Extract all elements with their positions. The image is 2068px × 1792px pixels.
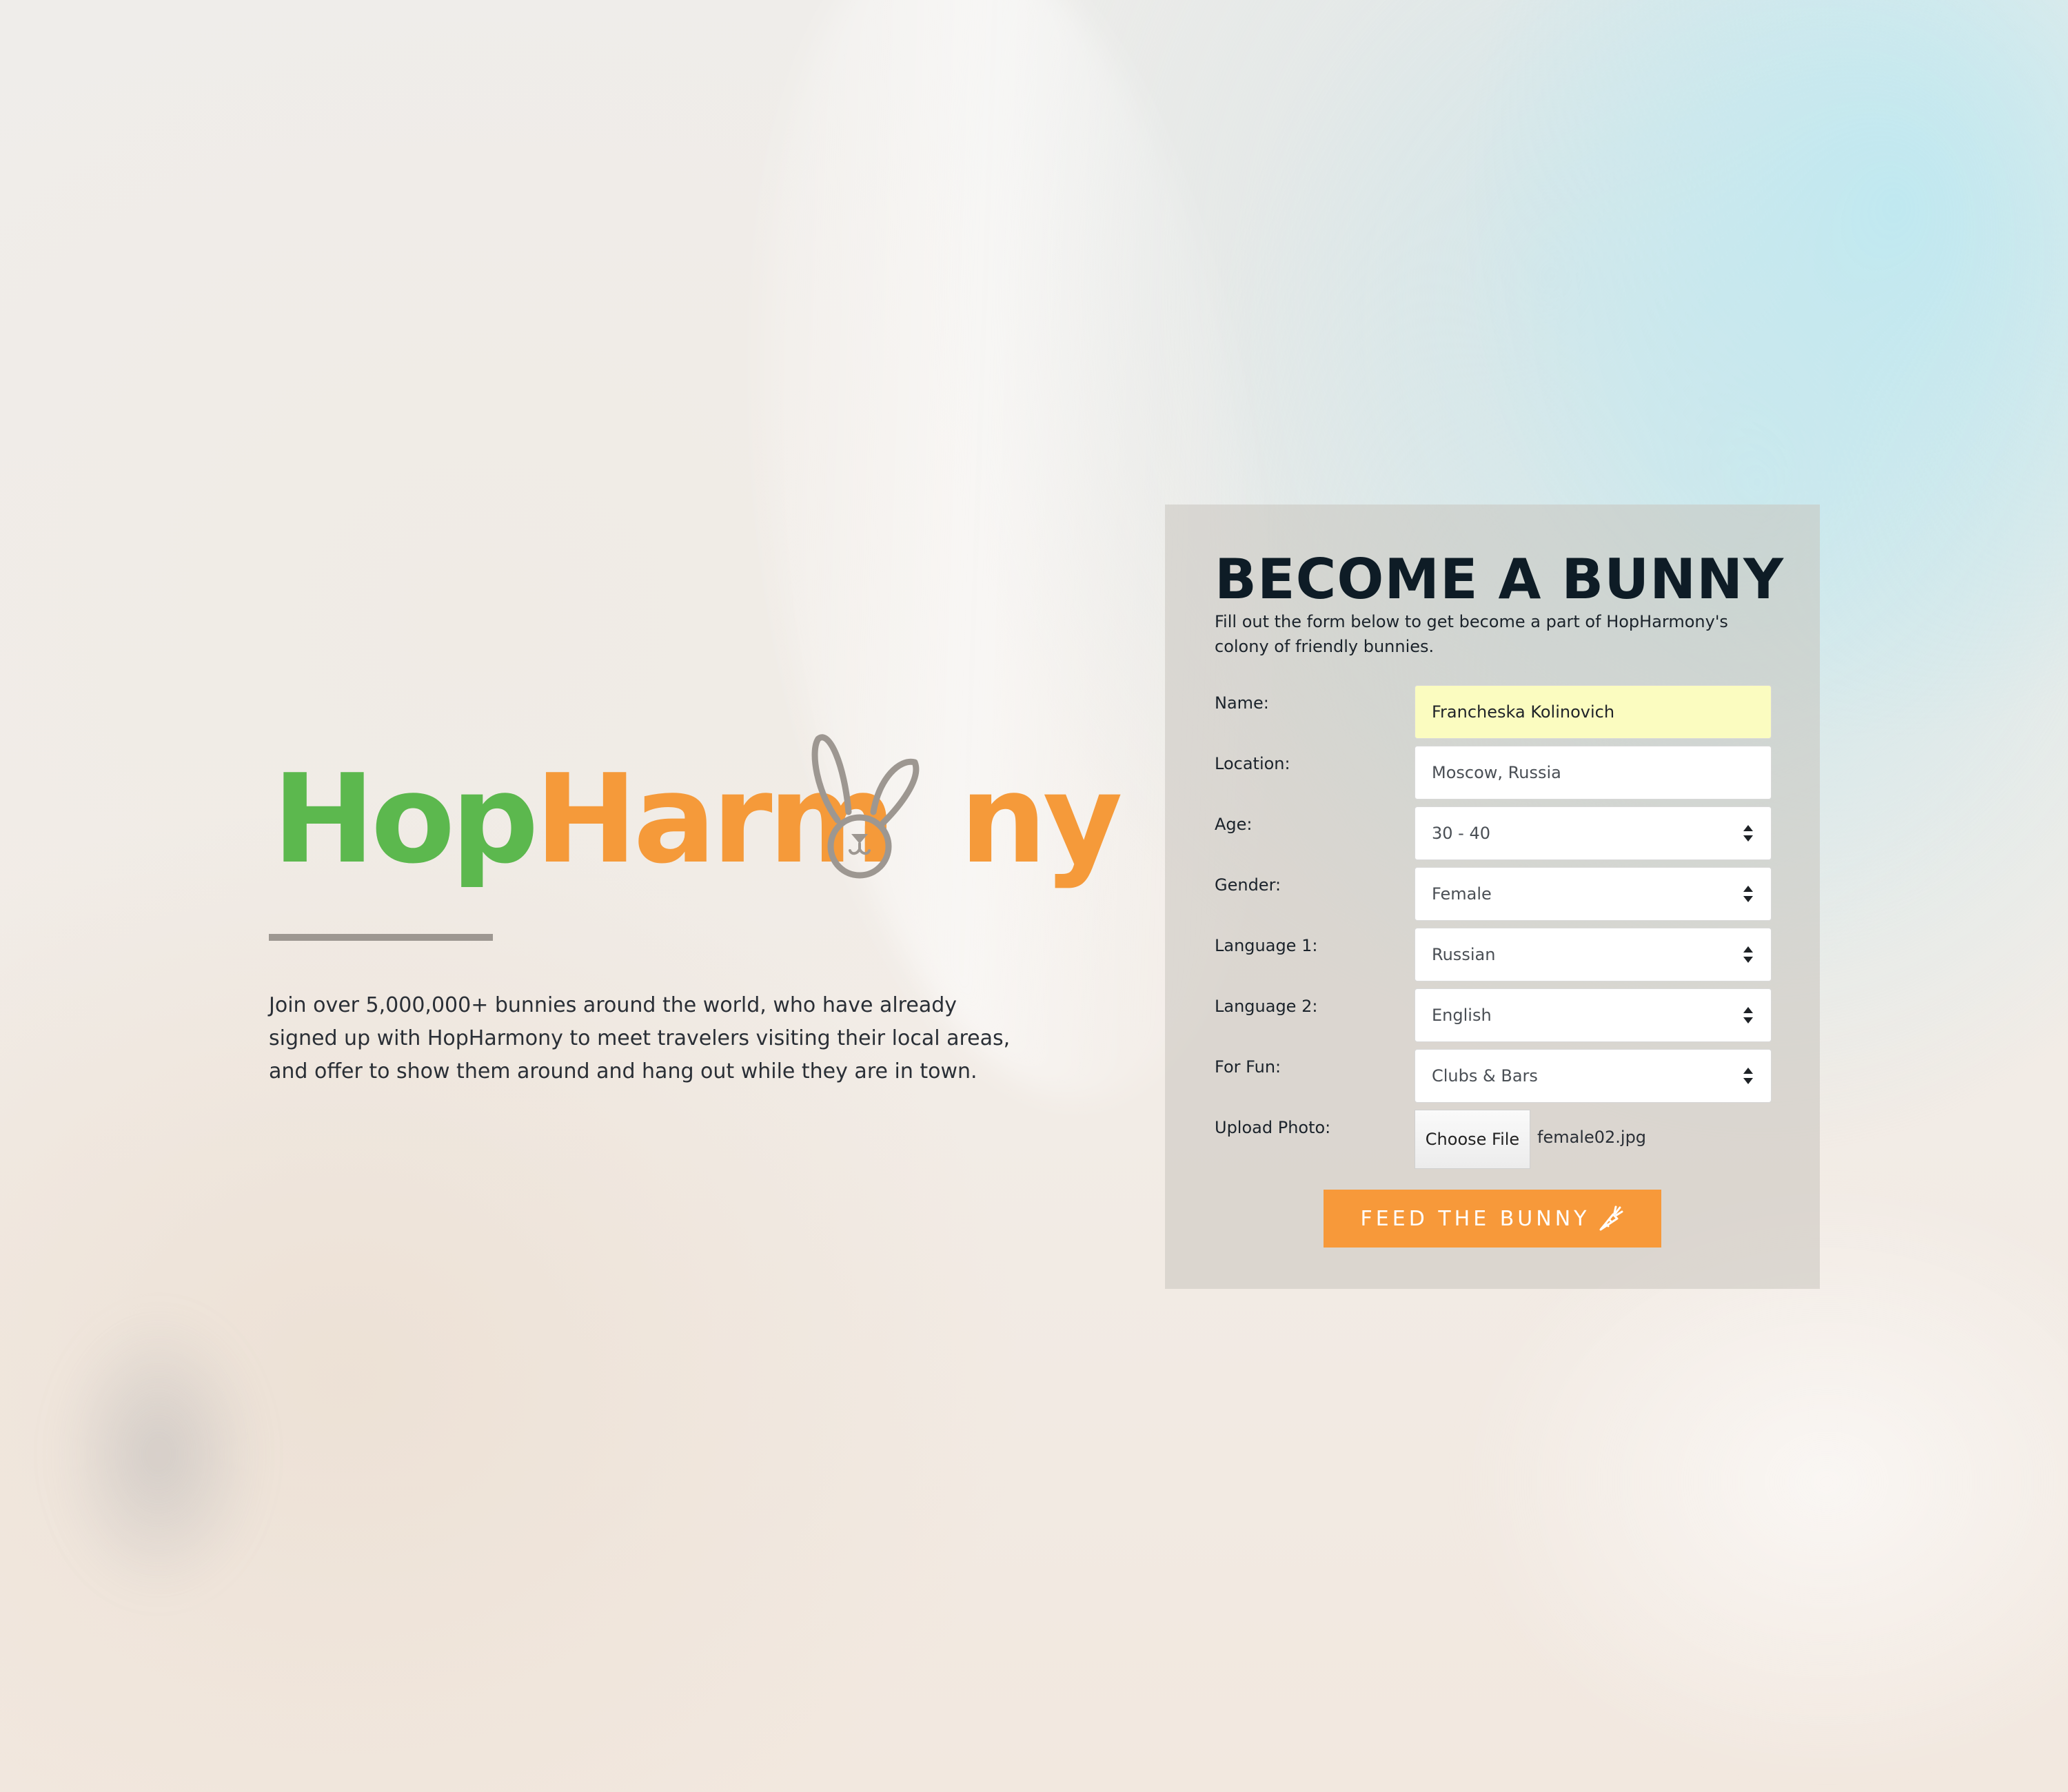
logo-ny: ny bbox=[960, 748, 1123, 890]
logo-wordmark: HopHarm ny bbox=[272, 758, 1123, 881]
submit-label: FEED THE BUNNY bbox=[1360, 1206, 1590, 1231]
gender-row: Gender: Female bbox=[1215, 867, 1773, 921]
age-selected-value: 30 - 40 bbox=[1432, 824, 1490, 843]
name-label: Name: bbox=[1215, 693, 1269, 713]
select-arrows-icon bbox=[1742, 1005, 1754, 1026]
language2-label: Language 2: bbox=[1215, 997, 1318, 1016]
for-fun-select[interactable]: Clubs & Bars bbox=[1415, 1049, 1772, 1103]
for-fun-selected-value: Clubs & Bars bbox=[1432, 1066, 1538, 1086]
gender-label: Gender: bbox=[1215, 875, 1281, 895]
select-arrows-icon bbox=[1742, 823, 1754, 844]
gender-select[interactable]: Female bbox=[1415, 867, 1772, 921]
name-row: Name: bbox=[1215, 685, 1773, 739]
select-arrows-icon bbox=[1742, 884, 1754, 904]
language1-row: Language 1: Russian bbox=[1215, 928, 1773, 981]
form-title: BECOME A BUNNY bbox=[1215, 547, 1784, 611]
background-shadow bbox=[55, 1310, 262, 1599]
upload-row: Upload Photo: Choose File female02.jpg bbox=[1215, 1110, 1773, 1169]
age-select[interactable]: 30 - 40 bbox=[1415, 806, 1772, 860]
logo-hop: Hop bbox=[272, 748, 539, 890]
language2-select[interactable]: English bbox=[1415, 988, 1772, 1042]
hopharmony-logo[interactable]: HopHarm ny bbox=[272, 731, 1123, 910]
form-subtitle: Fill out the form below to get become a … bbox=[1215, 612, 1728, 656]
upload-label: Upload Photo: bbox=[1215, 1118, 1331, 1137]
choose-file-button[interactable]: Choose File bbox=[1415, 1110, 1530, 1169]
for-fun-label: For Fun: bbox=[1215, 1057, 1281, 1077]
name-input[interactable] bbox=[1415, 685, 1772, 739]
bunny-ears-icon bbox=[811, 734, 920, 879]
language1-label: Language 1: bbox=[1215, 936, 1318, 955]
location-row: Location: bbox=[1215, 746, 1773, 800]
carrot-icon bbox=[1599, 1205, 1623, 1231]
gender-selected-value: Female bbox=[1432, 884, 1492, 904]
feed-the-bunny-button[interactable]: FEED THE BUNNY bbox=[1324, 1190, 1661, 1248]
language1-select[interactable]: Russian bbox=[1415, 928, 1772, 981]
language1-selected-value: Russian bbox=[1432, 945, 1496, 964]
language2-selected-value: English bbox=[1432, 1006, 1492, 1025]
logo-divider bbox=[269, 934, 493, 941]
select-arrows-icon bbox=[1742, 944, 1754, 965]
language2-row: Language 2: English bbox=[1215, 988, 1773, 1042]
location-input[interactable] bbox=[1415, 746, 1772, 800]
age-row: Age: 30 - 40 bbox=[1215, 806, 1773, 860]
selected-file-name: female02.jpg bbox=[1537, 1128, 1647, 1147]
intro-text: Join over 5,000,000+ bunnies around the … bbox=[269, 993, 1011, 1083]
select-arrows-icon bbox=[1742, 1066, 1754, 1086]
location-label: Location: bbox=[1215, 754, 1290, 773]
page: HopHarm ny Join over 5,000,000+ bunnies a… bbox=[0, 0, 2068, 1792]
for-fun-row: For Fun: Clubs & Bars bbox=[1215, 1049, 1773, 1103]
age-label: Age: bbox=[1215, 815, 1253, 834]
signup-form-panel: BECOME A BUNNY Fill out the form below t… bbox=[1165, 505, 1820, 1289]
